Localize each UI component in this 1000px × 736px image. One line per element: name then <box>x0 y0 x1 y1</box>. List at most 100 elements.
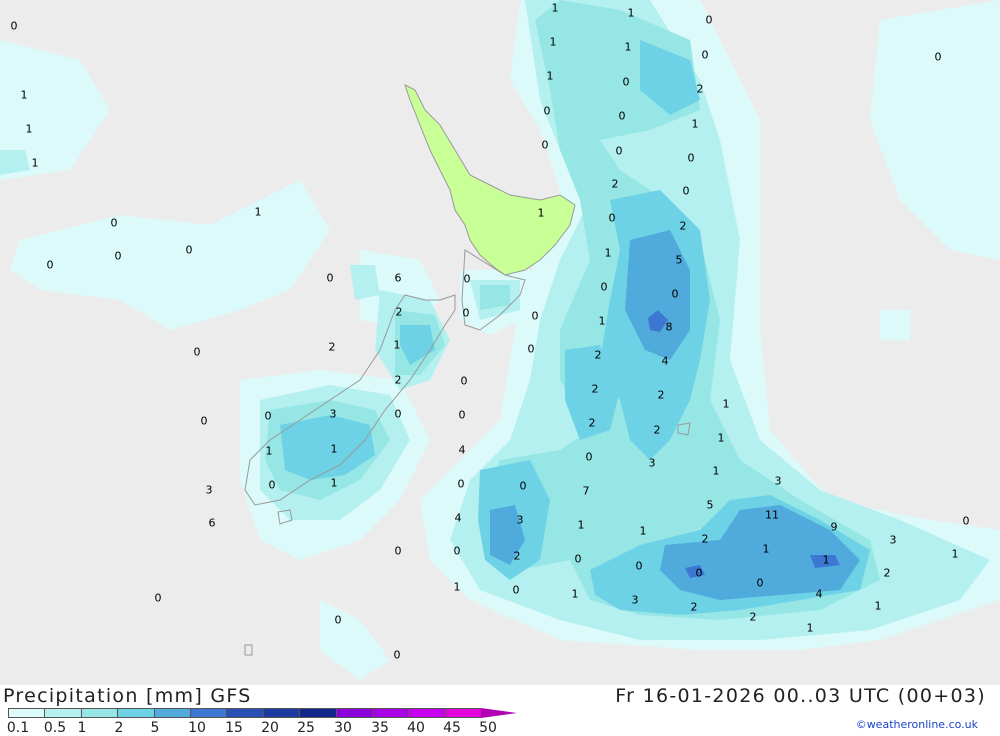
precip-value-label: 0 <box>615 144 623 158</box>
precip-value-label: 0 <box>531 309 539 323</box>
legend-tick-label: 10 <box>188 720 206 736</box>
precip-value-label: 1 <box>806 621 814 635</box>
precip-value-label: 2 <box>588 416 596 430</box>
precip-value-label: 1 <box>762 542 770 556</box>
precip-value-label: 1 <box>254 205 262 219</box>
precip-value-label: 2 <box>394 373 402 387</box>
precip-value-label: 0 <box>393 648 401 662</box>
precip-value-label: 0 <box>334 613 342 627</box>
precip-value-label: 0 <box>701 48 709 62</box>
legend-tick-label: 30 <box>334 720 352 736</box>
precip-value-label: 1 <box>330 442 338 456</box>
precip-value-label: 0 <box>962 514 970 528</box>
precip-value-label: 3 <box>205 483 213 497</box>
legend-tick-labels: 0.1 0.5 1 2 5 10 15 20 25 30 35 40 45 50 <box>0 720 520 736</box>
precip-value-label: 2 <box>513 549 521 563</box>
legend-swatch <box>153 708 190 718</box>
legend-swatch <box>44 708 81 718</box>
legend-swatch <box>444 708 482 718</box>
color-legend <box>8 708 518 720</box>
legend-swatch <box>371 708 409 718</box>
precip-value-label: 2 <box>591 382 599 396</box>
precip-value-label: 1 <box>31 156 39 170</box>
legend-tick-label: 25 <box>297 720 315 736</box>
legend-tick-label: 2 <box>114 720 124 736</box>
forecast-datetime: Fr 16-01-2026 00..03 UTC (00+03) <box>615 685 986 707</box>
precip-value-label: 0 <box>326 271 334 285</box>
precip-value-label: 2 <box>679 219 687 233</box>
precip-value-label: 1 <box>453 580 461 594</box>
precip-value-label: 3 <box>631 593 639 607</box>
precip-value-label: 7 <box>582 484 590 498</box>
map-canvas <box>0 0 1000 680</box>
precip-value-label: 1 <box>551 1 559 15</box>
precip-value-label: 0 <box>394 407 402 421</box>
legend-tick-label: 1 <box>77 720 87 736</box>
precip-value-label: 2 <box>749 610 757 624</box>
precip-value-label: 2 <box>328 340 336 354</box>
precip-value-label: 3 <box>516 513 524 527</box>
precip-value-label: 0 <box>934 50 942 64</box>
legend-tick-label: 50 <box>479 720 497 736</box>
credit-link[interactable]: ©weatheronline.co.uk <box>856 718 978 731</box>
legend-swatch <box>8 708 45 718</box>
precip-value-label: 1 <box>639 524 647 538</box>
precip-value-label: 1 <box>717 431 725 445</box>
legend-tick-label: 45 <box>443 720 461 736</box>
precip-value-label: 0 <box>268 478 276 492</box>
precip-value-label: 0 <box>618 109 626 123</box>
precip-value-label: 0 <box>185 243 193 257</box>
precip-value-label: 1 <box>330 476 338 490</box>
precip-value-label: 2 <box>657 388 665 402</box>
precip-value-label: 0 <box>458 408 466 422</box>
precip-value-label: 2 <box>653 423 661 437</box>
map-footer: Precipitation [mm] GFS Fr 16-01-2026 00.… <box>0 685 1000 736</box>
precip-value-label: 0 <box>574 552 582 566</box>
precip-value-label: 1 <box>546 69 554 83</box>
precip-value-label: 0 <box>457 477 465 491</box>
precip-value-label: 0 <box>682 184 690 198</box>
precip-value-label: 1 <box>712 464 720 478</box>
precip-value-label: 3 <box>774 474 782 488</box>
precip-value-label: 0 <box>527 342 535 356</box>
precip-value-label: 1 <box>25 122 33 136</box>
precip-value-label: 3 <box>648 456 656 470</box>
precip-value-label: 1 <box>691 117 699 131</box>
precip-value-label: 0 <box>200 414 208 428</box>
precip-value-label: 0 <box>541 138 549 152</box>
legend-swatch <box>262 708 300 718</box>
precip-value-label: 1 <box>627 6 635 20</box>
precip-value-label: 1 <box>549 35 557 49</box>
legend-swatch <box>299 708 336 718</box>
precip-value-label: 2 <box>395 305 403 319</box>
precip-value-label: 0 <box>622 75 630 89</box>
legend-swatch <box>80 708 118 718</box>
precip-value-label: 0 <box>10 19 18 33</box>
precip-value-label: 0 <box>585 450 593 464</box>
precip-value-label: 4 <box>661 354 669 368</box>
precip-value-label: 0 <box>463 272 471 286</box>
precip-value-label: 3 <box>329 407 337 421</box>
precip-value-label: 2 <box>611 177 619 191</box>
legend-tick-label: 20 <box>261 720 279 736</box>
legend-tick-label: 15 <box>225 720 243 736</box>
legend-swatch <box>189 708 227 718</box>
precip-value-label: 0 <box>110 216 118 230</box>
precip-value-label: 1 <box>265 444 273 458</box>
precip-value-label: 1 <box>577 518 585 532</box>
precipitation-map[interactable]: 1100110010210011001020110020050106000028… <box>0 0 1000 685</box>
precip-value-label: 6 <box>208 516 216 530</box>
legend-arrow <box>481 708 518 718</box>
legend-tick-label: 0.1 <box>6 720 30 736</box>
precip-value-label: 0 <box>705 13 713 27</box>
precip-value-label: 2 <box>696 82 704 96</box>
precip-value-label: 1 <box>722 397 730 411</box>
legend-tick-label: 5 <box>150 720 160 736</box>
precip-value-label: 2 <box>701 532 709 546</box>
precip-value-label: 0 <box>687 151 695 165</box>
precip-value-label: 2 <box>594 348 602 362</box>
precip-value-label: 1 <box>951 547 959 561</box>
legend-swatch <box>117 708 154 718</box>
precip-value-label: 0 <box>600 280 608 294</box>
legend-swatch <box>335 708 372 718</box>
